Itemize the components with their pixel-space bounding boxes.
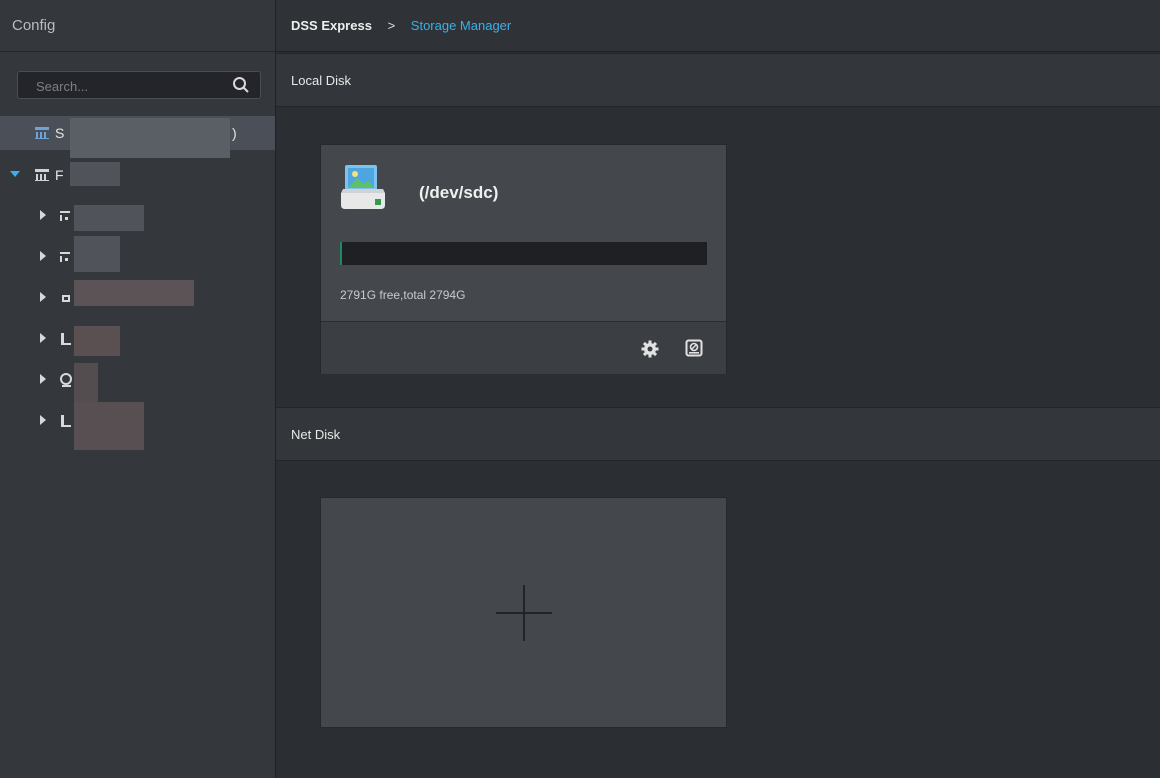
collapse-arrow-icon[interactable] (37, 209, 49, 221)
collapse-arrow-icon[interactable] (37, 291, 49, 303)
collapse-arrow-icon[interactable] (37, 373, 49, 385)
local-disk-header: Local Disk (276, 53, 1160, 107)
breadcrumb-home[interactable]: DSS Express (291, 18, 372, 33)
server-icon (35, 127, 49, 139)
tree-item-child[interactable] (0, 199, 275, 233)
disk-card-footer (321, 321, 726, 374)
tree-item-server[interactable]: S ) (0, 116, 275, 158)
tree-item-folder[interactable]: F (0, 158, 275, 192)
tree-item-label: S (55, 125, 65, 141)
monitor-icon (61, 415, 71, 427)
server-icon (35, 169, 49, 181)
redacted-area (70, 118, 230, 158)
add-net-disk-button[interactable] (320, 497, 727, 728)
expand-arrow-icon[interactable] (9, 168, 21, 180)
disk-usage-fill (340, 242, 343, 265)
sidebar: Config S ) F (0, 0, 276, 778)
network-icon (60, 211, 70, 221)
tree-item-child[interactable] (0, 363, 275, 403)
breadcrumb-separator: > (387, 18, 396, 33)
search-box[interactable] (17, 71, 261, 100)
tree-item-child[interactable] (0, 236, 275, 274)
tree-item-child[interactable] (0, 280, 275, 315)
monitor-icon (61, 333, 71, 345)
redacted-area (70, 162, 120, 186)
sidebar-title: Config (0, 0, 275, 52)
disk-usage-bar (340, 242, 707, 265)
gear-icon[interactable] (641, 340, 659, 358)
collapse-arrow-icon[interactable] (37, 414, 49, 426)
redacted-area (74, 363, 98, 403)
breadcrumb-current: Storage Manager (410, 18, 512, 33)
plus-icon (496, 585, 552, 641)
tree-item-child[interactable] (0, 322, 275, 356)
disk-free-text: 2791G free,total 2794G (340, 288, 466, 302)
tree-item-child[interactable] (0, 402, 275, 450)
network-icon (60, 252, 70, 262)
device-icon (62, 295, 70, 302)
collapse-arrow-icon[interactable] (37, 332, 49, 344)
hard-disk-icon (341, 165, 385, 209)
disk-format-icon[interactable] (685, 339, 703, 357)
breadcrumb: DSS Express > Storage Manager (276, 0, 1160, 52)
search-input[interactable] (18, 72, 238, 100)
redacted-area (74, 280, 194, 306)
search-icon[interactable] (232, 76, 250, 94)
collapse-arrow-icon[interactable] (37, 250, 49, 262)
camera-icon (60, 373, 72, 387)
local-disk-card: (/dev/sdc) 2791G free,total 2794G (320, 144, 727, 374)
redacted-area (74, 236, 120, 272)
redacted-area (74, 326, 120, 356)
tree-item-label: F (55, 167, 64, 183)
redacted-area (74, 205, 144, 231)
tree-item-suffix: ) (232, 125, 237, 141)
net-disk-header: Net Disk (276, 407, 1160, 461)
redacted-area (74, 402, 144, 450)
disk-name: (/dev/sdc) (419, 183, 499, 202)
